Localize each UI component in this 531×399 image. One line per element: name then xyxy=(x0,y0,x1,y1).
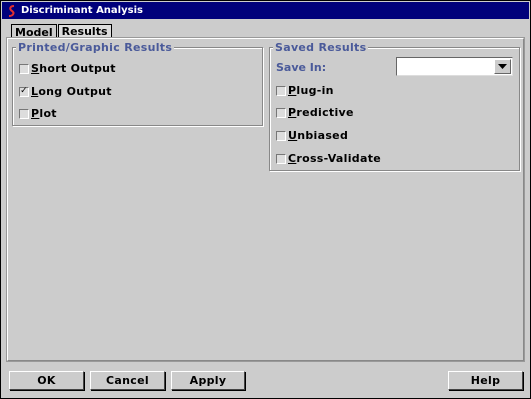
plot-checkbox[interactable]: Plot xyxy=(19,107,57,120)
unbiased-check[interactable] xyxy=(276,130,286,141)
long-output-label: ong Output xyxy=(38,85,112,98)
save-in-label: Save In: xyxy=(276,61,327,74)
dialog-window: Discriminant Analysis Model Results Prin… xyxy=(0,0,531,399)
title-bar[interactable]: Discriminant Analysis xyxy=(2,2,529,19)
s-plus-logo-icon xyxy=(6,4,18,17)
plug-in-label: lug-in xyxy=(296,84,334,97)
plug-in-checkbox[interactable]: Plug-in xyxy=(276,84,334,97)
plot-check[interactable] xyxy=(19,108,29,119)
window-title: Discriminant Analysis xyxy=(21,5,143,16)
predictive-label: redictive xyxy=(296,106,354,119)
ok-button[interactable]: OK xyxy=(9,371,84,390)
short-output-label: hort Output xyxy=(39,62,116,75)
plot-mnemonic: P xyxy=(31,107,40,120)
unbiased-mnemonic: U xyxy=(288,129,298,142)
tab-model[interactable]: Model xyxy=(11,24,57,39)
chevron-down-icon xyxy=(498,63,507,69)
apply-button[interactable]: Apply xyxy=(171,371,245,390)
plug-in-mnemonic: P xyxy=(288,84,297,97)
short-output-check[interactable] xyxy=(19,63,29,74)
tab-strip: Model Results xyxy=(11,24,113,39)
dropdown-arrow-button[interactable] xyxy=(494,59,511,74)
printed-graphic-results-group: Printed/Graphic Results Short Output ✓ L… xyxy=(12,41,263,126)
saved-results-legend: Saved Results xyxy=(273,41,369,54)
short-output-checkbox[interactable]: Short Output xyxy=(19,62,116,75)
printed-graphic-results-legend: Printed/Graphic Results xyxy=(16,41,175,54)
cross-validate-label: ross-Validate xyxy=(296,152,382,165)
long-output-checkbox[interactable]: ✓ Long Output xyxy=(19,85,112,98)
tab-results[interactable]: Results xyxy=(57,24,112,38)
help-button[interactable]: Help xyxy=(448,371,523,390)
long-output-check[interactable]: ✓ xyxy=(19,86,29,97)
save-in-combobox[interactable] xyxy=(396,57,513,76)
unbiased-checkbox[interactable]: Unbiased xyxy=(276,129,348,142)
cross-validate-checkbox[interactable]: Cross-Validate xyxy=(276,152,381,165)
plug-in-check[interactable] xyxy=(276,85,286,96)
unbiased-label: nbiased xyxy=(297,129,349,142)
predictive-mnemonic: P xyxy=(288,106,297,119)
plot-label: lot xyxy=(39,107,57,120)
short-output-mnemonic: S xyxy=(31,62,40,75)
tab-panel: Printed/Graphic Results Short Output ✓ L… xyxy=(6,37,525,362)
cancel-button[interactable]: Cancel xyxy=(90,371,165,390)
predictive-check[interactable] xyxy=(276,107,286,118)
cross-validate-mnemonic: C xyxy=(288,152,297,165)
long-output-mnemonic: L xyxy=(31,85,39,98)
saved-results-group: Saved Results Save In: Plug-in Predictiv… xyxy=(269,41,520,171)
predictive-checkbox[interactable]: Predictive xyxy=(276,106,354,119)
cross-validate-check[interactable] xyxy=(276,153,286,164)
